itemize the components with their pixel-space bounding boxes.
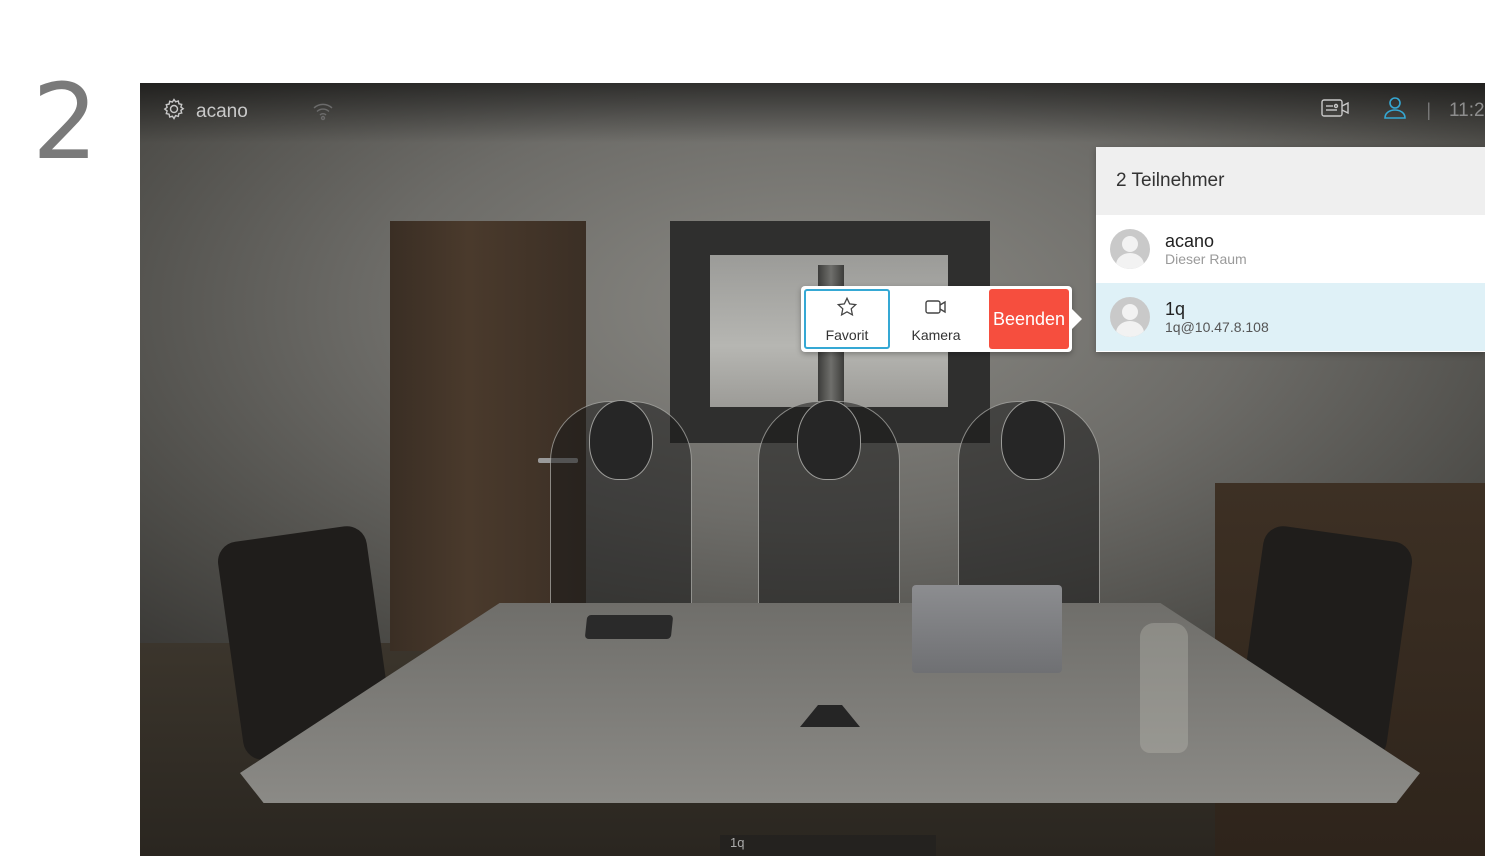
participants-panel: 2 Teilnehmer acano Dieser Raum 1q 1q@10.… <box>1096 147 1485 352</box>
bottle <box>1140 623 1188 753</box>
favorite-label: Favorit <box>825 326 869 343</box>
top-bar: acano | 11:2 <box>140 83 1485 143</box>
clock: 11:2 <box>1449 99 1485 121</box>
participant-head <box>797 400 861 480</box>
participant-actions-popup: Favorit Kamera Beenden <box>801 286 1082 352</box>
person-icon[interactable] <box>1382 95 1408 126</box>
wifi-icon <box>312 98 334 127</box>
star-icon <box>836 296 858 327</box>
camera-control-icon[interactable] <box>1320 96 1350 125</box>
favorite-button[interactable]: Favorit <box>804 289 890 349</box>
system-name: acano <box>196 100 248 122</box>
participant-detail: Dieser Raum <box>1165 250 1247 267</box>
participant-silhouette <box>958 400 1100 613</box>
topbar-right: | 11:2 <box>1320 95 1485 126</box>
participant-silhouette <box>550 400 692 613</box>
video-name-tag: 1q <box>720 835 936 856</box>
participant-row[interactable]: acano Dieser Raum <box>1096 215 1485 283</box>
topbar-separator: | <box>1426 100 1431 120</box>
participant-name: acano <box>1165 230 1215 251</box>
participant-head <box>589 400 653 480</box>
participants-header: 2 Teilnehmer <box>1096 147 1485 215</box>
step-number: 2 <box>32 61 99 183</box>
video-camera-icon <box>924 296 948 327</box>
gear-icon[interactable] <box>162 97 186 126</box>
participant-name: 1q <box>1165 298 1186 319</box>
participant-detail: 1q@10.47.8.108 <box>1165 318 1269 335</box>
settings-menu[interactable]: acano <box>162 97 248 126</box>
avatar <box>1110 229 1150 269</box>
participant-head <box>1001 400 1065 480</box>
participant-row-selected[interactable]: 1q 1q@10.47.8.108 <box>1096 283 1485 351</box>
participant-silhouette <box>758 400 900 613</box>
camera-button[interactable]: Kamera <box>893 289 979 349</box>
laptop <box>912 585 1062 673</box>
camera-label: Kamera <box>911 326 961 343</box>
end-call-button[interactable]: Beenden <box>989 289 1069 349</box>
desk-phone <box>584 615 674 639</box>
avatar <box>1110 297 1150 337</box>
